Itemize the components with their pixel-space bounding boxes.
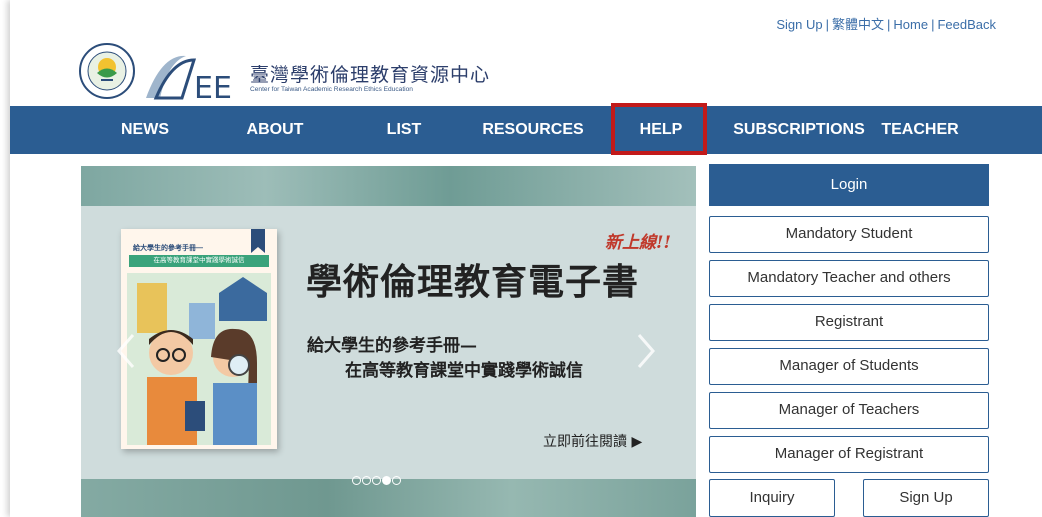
nav-about[interactable]: ABOUT bbox=[247, 106, 304, 154]
nav-subscriptions[interactable]: SUBSCRIPTIONS bbox=[733, 106, 865, 154]
carousel-dot[interactable] bbox=[392, 476, 401, 485]
new-release-tag: 新上線!! bbox=[605, 233, 671, 253]
banner-subtitle-2: 在高等教育課堂中實踐學術誠信 bbox=[345, 361, 583, 381]
feedback-link[interactable]: FeedBack bbox=[937, 17, 996, 32]
carousel-indicators bbox=[352, 472, 402, 485]
aree-logo-mark-icon: EE bbox=[146, 55, 232, 100]
help-highlight-box bbox=[611, 103, 707, 155]
nav-teacher[interactable]: TEACHER bbox=[881, 106, 958, 154]
read-now-link[interactable]: 立即前往閱讀 ▶ bbox=[543, 431, 642, 451]
logo-title-english: Center for Taiwan Academic Research Ethi… bbox=[250, 86, 413, 93]
carousel-dot[interactable] bbox=[352, 476, 361, 485]
registrant-button[interactable]: Registrant bbox=[709, 304, 989, 341]
main-nav: NEWS ABOUT LIST RESOURCES HELP SUBSCRIPT… bbox=[10, 106, 1042, 154]
hero-carousel[interactable]: 給大學生的參考手冊— 在高等教育課堂中實踐學術誠信 新上線!! 學術倫理教育電子… bbox=[81, 166, 696, 517]
ministry-of-education-seal-icon bbox=[79, 43, 135, 99]
logo-title-chinese: 臺灣學術倫理教育資源中心 bbox=[250, 64, 491, 86]
nav-resources[interactable]: RESOURCES bbox=[482, 106, 583, 154]
banner-top-strip bbox=[81, 166, 696, 206]
language-link[interactable]: 繁體中文 bbox=[832, 17, 884, 32]
book-cover-line-1: 給大學生的參考手冊— bbox=[133, 245, 203, 252]
carousel-next-arrow-icon[interactable] bbox=[635, 331, 657, 371]
separator: | bbox=[886, 17, 891, 32]
banner-title: 學術倫理教育電子書 bbox=[306, 261, 640, 303]
carousel-dot[interactable] bbox=[372, 476, 381, 485]
home-link[interactable]: Home bbox=[893, 17, 928, 32]
carousel-prev-arrow-icon[interactable] bbox=[115, 331, 137, 371]
nav-news[interactable]: NEWS bbox=[121, 106, 169, 154]
sign-up-button[interactable]: Sign Up bbox=[863, 479, 989, 517]
book-cover-line-2: 在高等教育課堂中實踐學術誠信 bbox=[129, 255, 269, 267]
manager-of-students-button[interactable]: Manager of Students bbox=[709, 348, 989, 385]
banner-bottom-strip bbox=[81, 479, 696, 517]
separator: | bbox=[825, 17, 829, 32]
svg-text:EE: EE bbox=[194, 71, 232, 100]
manager-of-registrant-button[interactable]: Manager of Registrant bbox=[709, 436, 989, 473]
inquiry-button[interactable]: Inquiry bbox=[709, 479, 835, 517]
mandatory-teacher-button[interactable]: Mandatory Teacher and others bbox=[709, 260, 989, 297]
login-header: Login bbox=[709, 164, 989, 206]
mandatory-student-button[interactable]: Mandatory Student bbox=[709, 216, 989, 253]
ebook-cover-image[interactable]: 給大學生的參考手冊— 在高等教育課堂中實踐學術誠信 bbox=[121, 229, 277, 449]
sign-up-link[interactable]: Sign Up bbox=[776, 17, 822, 32]
top-links: Sign Up | 繁體中文 | Home | FeedBack bbox=[776, 14, 996, 33]
banner-subtitle-1: 給大學生的參考手冊— bbox=[307, 336, 477, 356]
carousel-dot-active[interactable] bbox=[382, 476, 391, 485]
manager-of-teachers-button[interactable]: Manager of Teachers bbox=[709, 392, 989, 429]
carousel-dot[interactable] bbox=[362, 476, 371, 485]
students-illustration-icon bbox=[127, 273, 271, 445]
bookmark-icon bbox=[251, 229, 265, 253]
nav-list[interactable]: LIST bbox=[387, 106, 422, 154]
